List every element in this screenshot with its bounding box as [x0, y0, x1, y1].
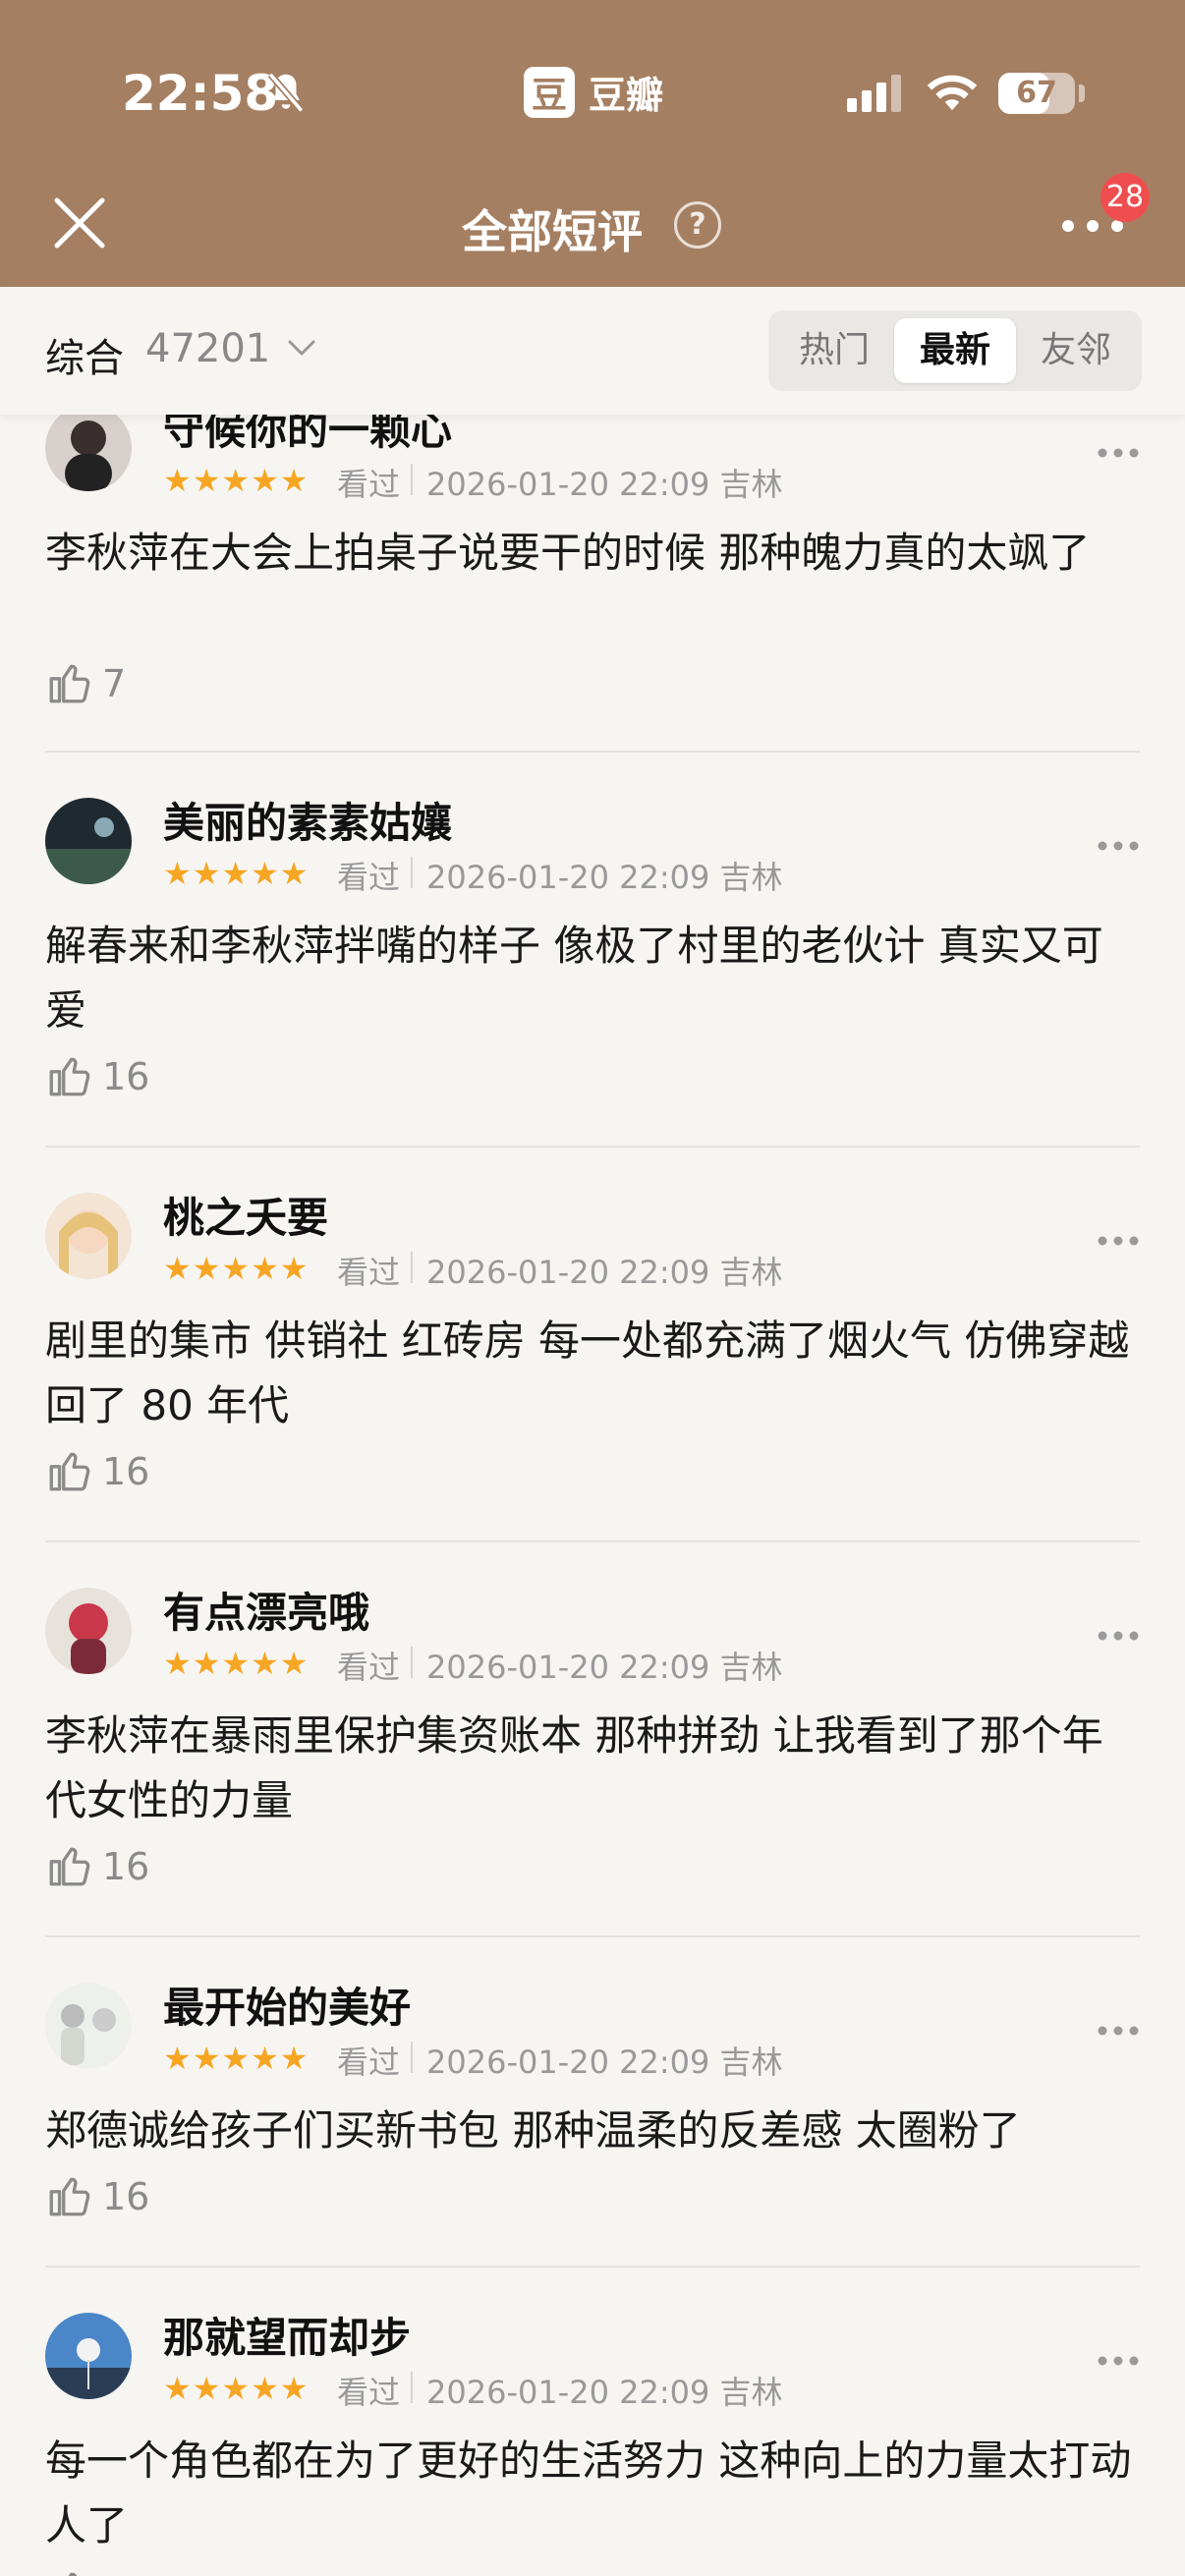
user-avatar[interactable]	[45, 1588, 132, 1674]
comment-text: 郑德诚给孩子们买新书包 那种温柔的反差感 太圈粉了	[45, 2106, 1021, 2155]
top-header: 22:58 豆 豆瓣 67 全部短评 ? 28	[0, 0, 1185, 287]
comment-divider	[45, 2266, 1140, 2268]
user-avatar[interactable]	[45, 2313, 132, 2399]
more-options-icon[interactable]	[1097, 1232, 1140, 1251]
more-options-icon[interactable]	[1097, 2352, 1140, 2371]
rating-stars: ★★★★★	[163, 2370, 310, 2407]
like-icon[interactable]	[45, 1446, 94, 1499]
more-options-icon[interactable]	[1097, 837, 1140, 856]
comment-text: 解春来和李秋萍拌嘴的样子 像极了村里的老伙计 真实又可爱	[45, 922, 1103, 1035]
meta-divider	[411, 1647, 413, 1678]
comment-meta: 2026-01-20 22:09 吉林	[426, 2374, 783, 2411]
comment-text: 李秋萍在大会上拍桌子说要干的时候 那种魄力真的太飒了	[45, 529, 1091, 577]
comment-meta: 2026-01-20 22:09 吉林	[426, 859, 783, 896]
status-bar: 22:58 豆 豆瓣 67	[0, 0, 1185, 177]
close-icon[interactable]	[51, 195, 108, 255]
watched-label: 看过	[337, 2044, 401, 2081]
watched-label: 看过	[337, 466, 401, 503]
battery-percent: 67	[1016, 76, 1057, 110]
comment-text: 李秋萍在暴雨里保护集资账本 那种拼劲 让我看到了那个年代女性的力量	[45, 1711, 1103, 1824]
tab-friends[interactable]: 友邻	[1018, 318, 1134, 383]
comment-divider	[45, 751, 1140, 753]
tab-latest[interactable]: 最新	[894, 318, 1016, 383]
like-icon[interactable]	[45, 1051, 94, 1104]
user-avatar[interactable]	[45, 1983, 132, 2069]
like-icon[interactable]	[45, 2171, 94, 2224]
comment-meta: 2026-01-20 22:09 吉林	[426, 2044, 783, 2081]
comment-divider	[45, 1146, 1140, 1148]
watched-label: 看过	[337, 859, 401, 896]
filter-bar: 综合 47201 热门 最新 友邻	[0, 287, 1185, 415]
meta-divider	[411, 2042, 413, 2073]
rating-stars: ★★★★★	[163, 2040, 310, 2077]
comment-meta: 2026-01-20 22:09 吉林	[426, 1254, 783, 1291]
sort-label[interactable]: 综合	[45, 326, 124, 383]
douban-brand: 豆 豆瓣	[524, 65, 663, 119]
more-options-icon[interactable]	[1097, 1627, 1140, 1646]
rating-stars: ★★★★★	[163, 855, 310, 892]
like-count: 7	[102, 662, 127, 705]
cellular-signal-icon	[847, 75, 904, 116]
rating-stars: ★★★★★	[163, 462, 310, 499]
notification-badge: 28	[1100, 173, 1150, 222]
meta-divider	[411, 2372, 413, 2403]
rating-stars: ★★★★★	[163, 1250, 310, 1287]
comment-text: 剧里的集市 供销社 红砖房 每一处都充满了烟火气 仿佛穿越回了 80 年代	[45, 1316, 1130, 1429]
battery-tip	[1079, 84, 1085, 102]
brand-name: 豆瓣	[589, 74, 664, 117]
user-avatar[interactable]	[45, 1193, 132, 1279]
tab-hot[interactable]: 热门	[776, 318, 892, 383]
meta-divider	[411, 857, 413, 888]
username[interactable]: 最开始的美好	[163, 1975, 411, 2035]
like-count: 16	[102, 1450, 150, 1493]
watched-label: 看过	[337, 1254, 401, 1291]
meta-divider	[411, 1252, 413, 1283]
chevron-down-icon[interactable]	[287, 338, 316, 362]
watched-label: 看过	[337, 1649, 401, 1686]
watched-label: 看过	[337, 2374, 401, 2411]
like-count: 16	[102, 2175, 150, 2218]
like-icon[interactable]	[45, 2566, 94, 2576]
username[interactable]: 有点漂亮哦	[163, 1580, 369, 1640]
status-time: 22:58	[122, 65, 279, 122]
like-icon[interactable]	[45, 658, 94, 711]
user-avatar[interactable]	[45, 798, 132, 884]
comment-divider	[45, 1935, 1140, 1937]
more-menu-icon[interactable]	[1061, 218, 1124, 237]
username[interactable]: 那就望而却步	[163, 2305, 411, 2365]
like-icon[interactable]	[45, 1841, 94, 1894]
douban-logo-icon: 豆	[524, 66, 575, 118]
comment-divider	[45, 1540, 1140, 1542]
sort-segmented-control: 热门 最新 友邻	[768, 310, 1142, 391]
comment-meta: 2026-01-20 22:09 吉林	[426, 1649, 783, 1686]
meta-divider	[411, 464, 413, 495]
more-options-icon[interactable]	[1097, 2022, 1140, 2041]
rating-stars: ★★★★★	[163, 1645, 310, 1682]
bell-muted-icon	[265, 71, 307, 120]
comment-meta: 2026-01-20 22:09 吉林	[426, 466, 783, 503]
more-options-icon[interactable]	[1097, 444, 1140, 463]
wifi-icon	[926, 71, 979, 116]
user-avatar[interactable]	[45, 405, 132, 491]
username[interactable]: 桃之夭要	[163, 1185, 328, 1245]
help-icon[interactable]: ?	[674, 201, 721, 249]
username[interactable]: 美丽的素素姑孃	[163, 790, 452, 850]
comment-text: 每一个角色都在为了更好的生活努力 这种向上的力量太打动人了	[45, 2436, 1132, 2549]
battery-icon: 67	[998, 73, 1075, 114]
like-count: 16	[102, 1845, 150, 1888]
comment-count[interactable]: 47201	[145, 326, 270, 371]
page-title: 全部短评	[462, 205, 643, 258]
like-count: 16	[102, 1055, 150, 1098]
